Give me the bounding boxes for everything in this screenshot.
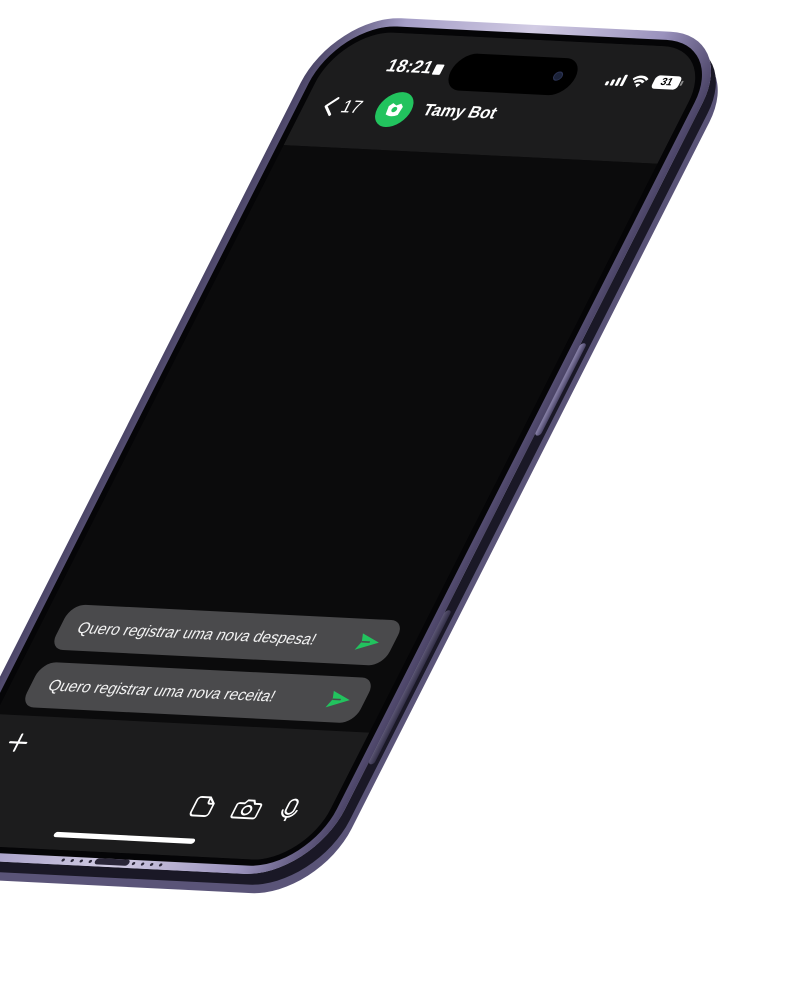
back-button[interactable]: 17: [319, 96, 367, 118]
phone-screen: 18:21 31 17 Tamy Bot Quero registrar uma…: [0, 30, 716, 863]
quick-reply-label: Quero registrar uma nova receita!: [44, 676, 280, 706]
speaker-grille-left: [61, 857, 93, 863]
quick-replies: Quero registrar uma nova despesa! Quero …: [19, 604, 406, 724]
status-time: 18:21: [382, 56, 448, 79]
send-icon[interactable]: [324, 690, 355, 710]
message-composer: [0, 714, 370, 863]
speaker-grille-right: [131, 861, 164, 867]
phone-mockup: 18:21 31 17 Tamy Bot Quero registrar uma…: [0, 15, 738, 878]
camera-icon[interactable]: [229, 797, 267, 821]
quick-reply-label: Quero registrar uma nova despesa!: [73, 618, 320, 649]
sticker-icon[interactable]: [186, 795, 220, 819]
microphone-icon[interactable]: [274, 798, 305, 824]
sim-icon: [432, 64, 446, 75]
unread-count: 17: [337, 96, 367, 118]
home-indicator[interactable]: [52, 831, 197, 844]
battery-level: 31: [658, 76, 676, 89]
signal-icon: [604, 74, 629, 87]
wifi-icon: [628, 75, 650, 88]
send-icon[interactable]: [353, 632, 384, 652]
plus-icon: [8, 733, 28, 752]
chat-nav: 17 Tamy Bot: [315, 89, 504, 132]
bot-logo-icon: [385, 103, 403, 117]
front-camera: [552, 72, 564, 80]
mockup-stage: 18:21 31 17 Tamy Bot Quero registrar uma…: [0, 0, 793, 982]
contact-name[interactable]: Tamy Bot: [419, 102, 500, 124]
contact-avatar[interactable]: [368, 91, 421, 128]
composer-actions: [186, 794, 305, 824]
attach-button[interactable]: [0, 732, 33, 759]
dynamic-island: [441, 52, 585, 96]
chat-header: 18:21 31 17 Tamy Bot: [283, 30, 716, 164]
battery-icon: 31: [650, 75, 683, 90]
status-icons: 31: [604, 73, 683, 90]
status-time-text: 18:21: [382, 55, 438, 78]
